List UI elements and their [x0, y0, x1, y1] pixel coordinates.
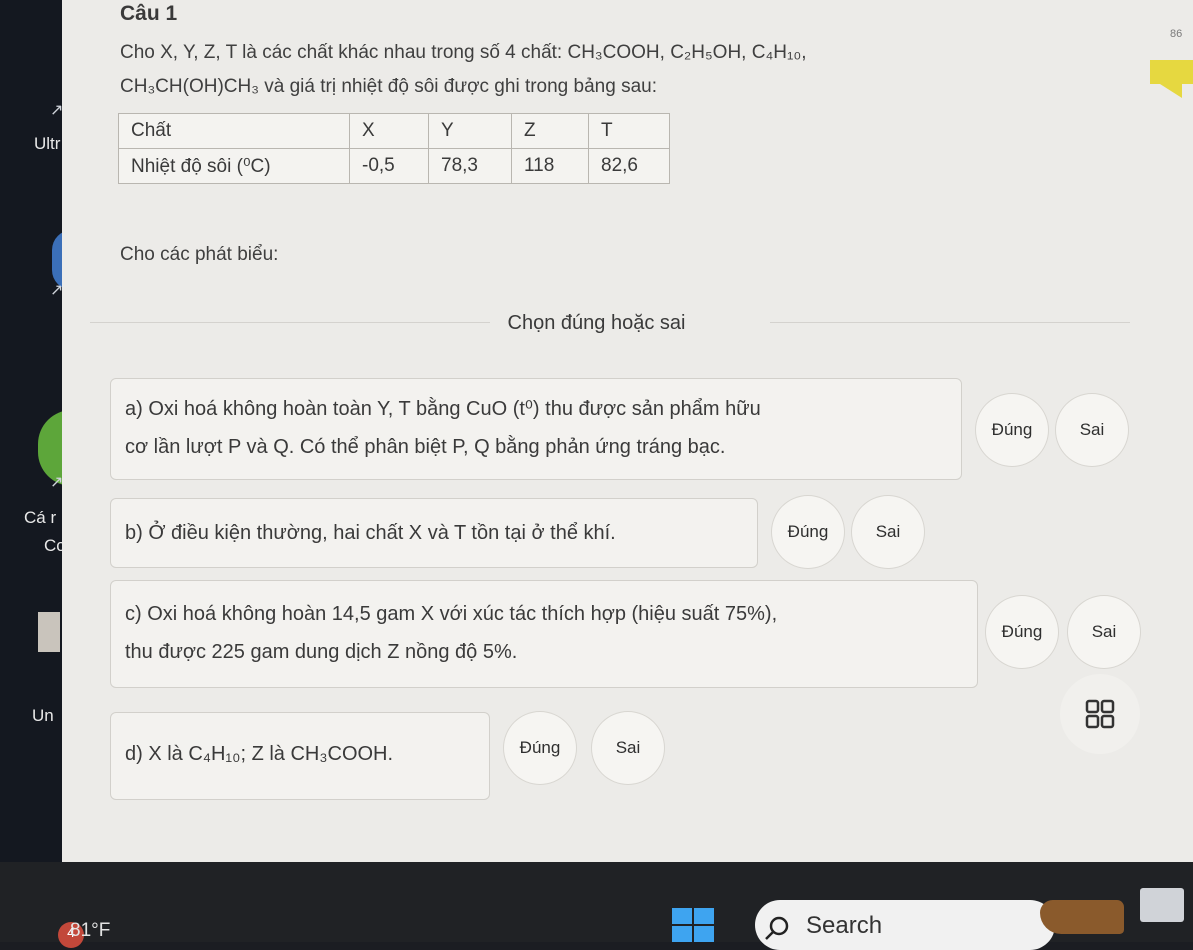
search-label: Search	[806, 912, 883, 939]
statement-card-b: b) Ở điều kiện thường, hai chất X và T t…	[110, 498, 758, 568]
false-button-c[interactable]: Sai	[1068, 596, 1140, 668]
false-button-b[interactable]: Sai	[852, 496, 924, 568]
windows-start-icon[interactable]	[672, 908, 714, 942]
question-intro-line2: CH₃CH(OH)CH₃ và giá trị nhiệt độ sôi đượ…	[120, 76, 657, 97]
desktop-icon-label[interactable]: Un	[32, 706, 54, 726]
true-button-c[interactable]: Đúng	[986, 596, 1058, 668]
corner-number: 86	[1170, 28, 1183, 40]
false-button-d[interactable]: Sai	[592, 712, 664, 784]
statement-card-d: d) X là C₄H₁₀; Z là CH₃COOH.	[110, 712, 490, 800]
statement-text: d) X là C₄H₁₀; Z là CH₃COOH.	[125, 743, 394, 765]
statements-prompt: Cho các phát biểu:	[120, 244, 279, 265]
boiling-point-table: Chất X Y Z T Nhiệt độ sôi (⁰C) -0,5 78,3…	[118, 113, 670, 184]
table-header-row: Chất X Y Z T	[118, 113, 670, 149]
table-cell: Nhiệt độ sôi (⁰C)	[118, 148, 350, 184]
statement-text: a) Oxi hoá không hoàn toàn Y, T bằng CuO…	[125, 398, 761, 420]
true-button-d[interactable]: Đúng	[504, 712, 576, 784]
statement-text: thu được 225 gam dung dịch Z nồng độ 5%.	[125, 641, 518, 663]
true-button-b[interactable]: Đúng	[772, 496, 844, 568]
table-cell: X	[349, 113, 429, 149]
table-cell: Y	[428, 113, 512, 149]
table-cell: T	[588, 113, 670, 149]
grid-icon	[1085, 699, 1115, 729]
statement-card-c: c) Oxi hoá không hoàn 14,5 gam X với xúc…	[110, 580, 978, 688]
table-row: Nhiệt độ sôi (⁰C) -0,5 78,3 118 82,6	[118, 148, 670, 184]
table-cell: 78,3	[428, 148, 512, 184]
desktop-icon-label[interactable]: Cá r	[24, 508, 56, 528]
search-icon	[765, 916, 789, 940]
taskbar-search-box[interactable]	[755, 900, 1055, 950]
true-button-a[interactable]: Đúng	[976, 394, 1048, 466]
statement-card-a: a) Oxi hoá không hoàn toàn Y, T bằng CuO…	[110, 378, 962, 480]
statement-text: cơ lần lượt P và Q. Có thể phân biệt P, …	[125, 436, 726, 458]
instruction-text: Chọn đúng hoặc sai	[507, 312, 686, 334]
desktop-doc-icon[interactable]	[38, 612, 60, 652]
taskbar-app-icon[interactable]	[1040, 900, 1124, 934]
question-title: Câu 1	[120, 2, 178, 25]
taskbar-window-icon[interactable]	[1140, 888, 1184, 922]
table-cell: -0,5	[349, 148, 429, 184]
table-cell: 118	[511, 148, 589, 184]
table-cell: Chất	[118, 113, 350, 149]
statement-text: b) Ở điều kiện thường, hai chất X và T t…	[125, 522, 616, 544]
desktop-icon-label[interactable]: Ultr	[34, 134, 60, 154]
weather-widget[interactable]: 81°F	[70, 920, 110, 942]
statement-text: c) Oxi hoá không hoàn 14,5 gam X với xúc…	[125, 603, 778, 625]
highlight-tab	[1150, 60, 1193, 84]
false-button-a[interactable]: Sai	[1056, 394, 1128, 466]
table-cell: 82,6	[588, 148, 670, 184]
grid-menu-button[interactable]	[1060, 674, 1140, 754]
table-cell: Z	[511, 113, 589, 149]
question-intro-line1: Cho X, Y, Z, T là các chất khác nhau tro…	[120, 42, 807, 63]
